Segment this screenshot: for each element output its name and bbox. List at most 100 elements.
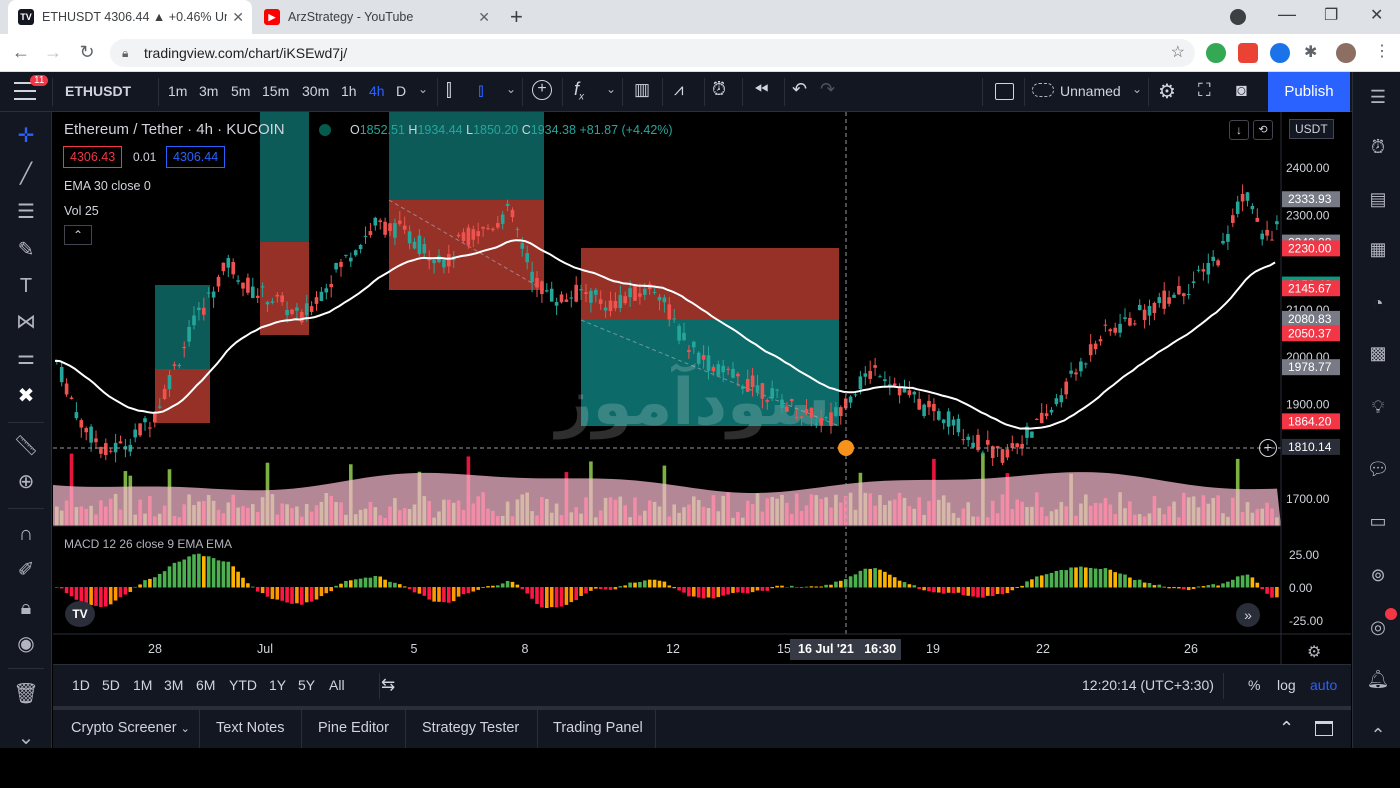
range-all[interactable]: All — [329, 677, 345, 693]
prediction-icon[interactable]: ⚌ — [12, 344, 40, 372]
lock-icon[interactable]: 🔒︎ — [12, 594, 40, 622]
indicators-icon[interactable]: fx — [574, 79, 584, 103]
bar-style-icon[interactable]: ⫿ — [446, 80, 452, 101]
stay-drawing-icon[interactable]: ✐ — [12, 556, 40, 584]
calendar-icon[interactable]: ▩ — [1365, 340, 1391, 366]
trend-line-icon[interactable]: ╱ — [12, 160, 40, 188]
restore-icon[interactable]: ❐ — [1324, 5, 1338, 25]
chart-canvas[interactable]: سودآموز 2400.002300.002100.002000.001900… — [53, 112, 1351, 664]
puzzle-icon[interactable]: ✱ — [1304, 42, 1317, 62]
brush-icon[interactable]: ✎ — [12, 236, 40, 264]
extension-icon[interactable] — [1270, 43, 1290, 63]
layout-name[interactable]: Unnamed — [1060, 83, 1121, 99]
messages-icon[interactable]: ▭ — [1365, 508, 1391, 534]
range-5d[interactable]: 5D — [102, 677, 120, 693]
minimize-icon[interactable]: — — [1278, 4, 1296, 25]
range-5y[interactable]: 5Y — [298, 677, 315, 693]
redo-icon[interactable]: ↷ — [820, 79, 835, 100]
close-icon[interactable]: ✕ — [478, 9, 490, 26]
financials-icon[interactable]: ▥ — [634, 80, 650, 100]
scroll-to-realtime-button[interactable]: » — [1236, 603, 1260, 627]
eye-icon[interactable]: ◉ — [12, 630, 40, 658]
range-1m[interactable]: 1M — [133, 677, 152, 693]
range-1d[interactable]: 1D — [72, 677, 90, 693]
tab-text-notes[interactable]: Text Notes — [216, 720, 285, 736]
range-ytd[interactable]: YTD — [229, 677, 257, 693]
magnet-icon[interactable]: ∩ — [12, 520, 40, 548]
bookmark-star-icon[interactable]: ☆ — [1171, 39, 1185, 67]
auto-toggle[interactable]: auto — [1310, 677, 1337, 693]
collapse-legend-button[interactable]: ⌃ — [64, 225, 92, 245]
log-toggle[interactable]: log — [1277, 677, 1296, 693]
fullscreen-icon[interactable]: ⛶ — [1198, 80, 1211, 101]
interval-3m[interactable]: 3m — [199, 83, 218, 99]
tab-strategy-tester[interactable]: Strategy Tester — [422, 720, 519, 736]
ruler-icon[interactable]: 📏︎ — [12, 432, 40, 460]
percent-toggle[interactable]: % — [1248, 677, 1260, 693]
back-icon[interactable]: ← — [10, 42, 32, 63]
browser-tab-youtube[interactable]: ▶ ArzStrategy - YouTube ✕ — [254, 0, 498, 34]
help-icon[interactable]: ⌃ — [1365, 722, 1391, 748]
tab-crypto-screener[interactable]: Crypto Screener ⌄ — [71, 720, 190, 736]
volume-legend[interactable]: Vol 25 — [64, 204, 99, 218]
alert-icon[interactable]: ⏰︎ — [712, 79, 726, 100]
replay-icon[interactable]: ⏪︎ — [754, 79, 768, 100]
chevron-down-icon[interactable]: ⌄ — [418, 82, 428, 96]
interval-30m[interactable]: 30m — [302, 83, 329, 99]
avatar[interactable] — [1336, 43, 1356, 63]
chevron-down-icon[interactable]: ⌄ — [1132, 82, 1142, 96]
range-6m[interactable]: 6M — [196, 677, 215, 693]
reload-icon[interactable]: ↻ — [76, 42, 98, 63]
currency-badge[interactable]: USDT — [1289, 119, 1334, 139]
fullscreen-select-icon[interactable] — [995, 83, 1014, 100]
add-alert-icon[interactable]: + — [1259, 439, 1277, 457]
new-tab-icon[interactable]: + — [510, 4, 523, 30]
symbol-search[interactable]: ETHUSDT — [65, 83, 131, 99]
interval-D[interactable]: D — [396, 83, 406, 99]
interval-5m[interactable]: 5m — [231, 83, 250, 99]
maximize-panel-icon[interactable] — [1315, 721, 1333, 736]
fib-icon[interactable]: ☰ — [12, 198, 40, 226]
news-icon[interactable]: ▤ — [1365, 186, 1391, 212]
close-icon[interactable]: ✕ — [232, 9, 244, 26]
camera-icon[interactable]: ◙ — [1236, 80, 1247, 101]
watchlist-icon[interactable]: ☰ — [1365, 84, 1391, 110]
expand-panel-icon[interactable]: ⌃ — [1279, 718, 1294, 739]
compare-add-icon[interactable]: + — [532, 80, 552, 100]
download-icon[interactable]: ↓ — [1229, 120, 1249, 140]
extension-icon[interactable] — [1206, 43, 1226, 63]
data-window-icon[interactable]: ▦ — [1365, 236, 1391, 262]
interval-1m[interactable]: 1m — [168, 83, 187, 99]
remove-icon[interactable]: ✖ — [12, 382, 40, 410]
browser-tab-tradingview[interactable]: TV ETHUSDT 4306.44 ▲ +0.46% Une ✕ — [8, 0, 252, 34]
pattern-icon[interactable]: ⋈ — [12, 308, 40, 336]
undo-icon[interactable]: ↶ — [792, 79, 807, 100]
interval-4h[interactable]: 4h — [369, 83, 385, 99]
streams-icon[interactable]: ⊚ — [1365, 562, 1391, 588]
interval-15m[interactable]: 15m — [262, 83, 289, 99]
chevron-down-icon[interactable]: ⌄ — [506, 82, 516, 96]
profile-menu-icon[interactable] — [1230, 9, 1246, 25]
bell-icon[interactable]: 🔔︎ — [1365, 666, 1391, 692]
zoom-in-icon[interactable]: ⊕ — [12, 468, 40, 496]
interval-1h[interactable]: 1h — [341, 83, 357, 99]
macd-legend[interactable]: MACD 12 26 close 9 EMA EMA — [64, 537, 232, 551]
chat-icon[interactable]: 💬︎ — [1365, 456, 1391, 482]
chart-pane[interactable]: سودآموز 2400.00 2300.00 2100.00 2000.00 1900… — [53, 112, 1351, 664]
candles-icon[interactable]: ⫾ — [478, 80, 484, 101]
crosshair-icon[interactable]: ✛ — [12, 122, 40, 150]
restore-pane-icon[interactable]: ⟲ — [1253, 120, 1273, 140]
gear-icon[interactable]: ⚙︎ — [1158, 79, 1176, 104]
tab-pine-editor[interactable]: Pine Editor — [318, 720, 389, 736]
ema-legend[interactable]: EMA 30 close 0 — [64, 179, 151, 193]
alarm-icon[interactable]: ⏰︎ — [1365, 134, 1391, 160]
forward-icon[interactable]: → — [42, 42, 64, 63]
settings-icon[interactable]: ⚙︎ — [1307, 642, 1321, 662]
extension-icon[interactable] — [1238, 43, 1258, 63]
publish-button[interactable]: Publish — [1268, 72, 1350, 112]
tab-trading-panel[interactable]: Trading Panel — [553, 720, 643, 736]
trash-icon[interactable]: 🗑︎ — [12, 680, 40, 708]
clock[interactable]: 12:20:14 (UTC+3:30) — [1082, 677, 1214, 693]
buy-button[interactable]: 4306.44 — [166, 146, 226, 168]
url-input[interactable]: 🔒︎ tradingview.com/chart/iKSEwd7j/ ☆ — [110, 39, 1195, 67]
